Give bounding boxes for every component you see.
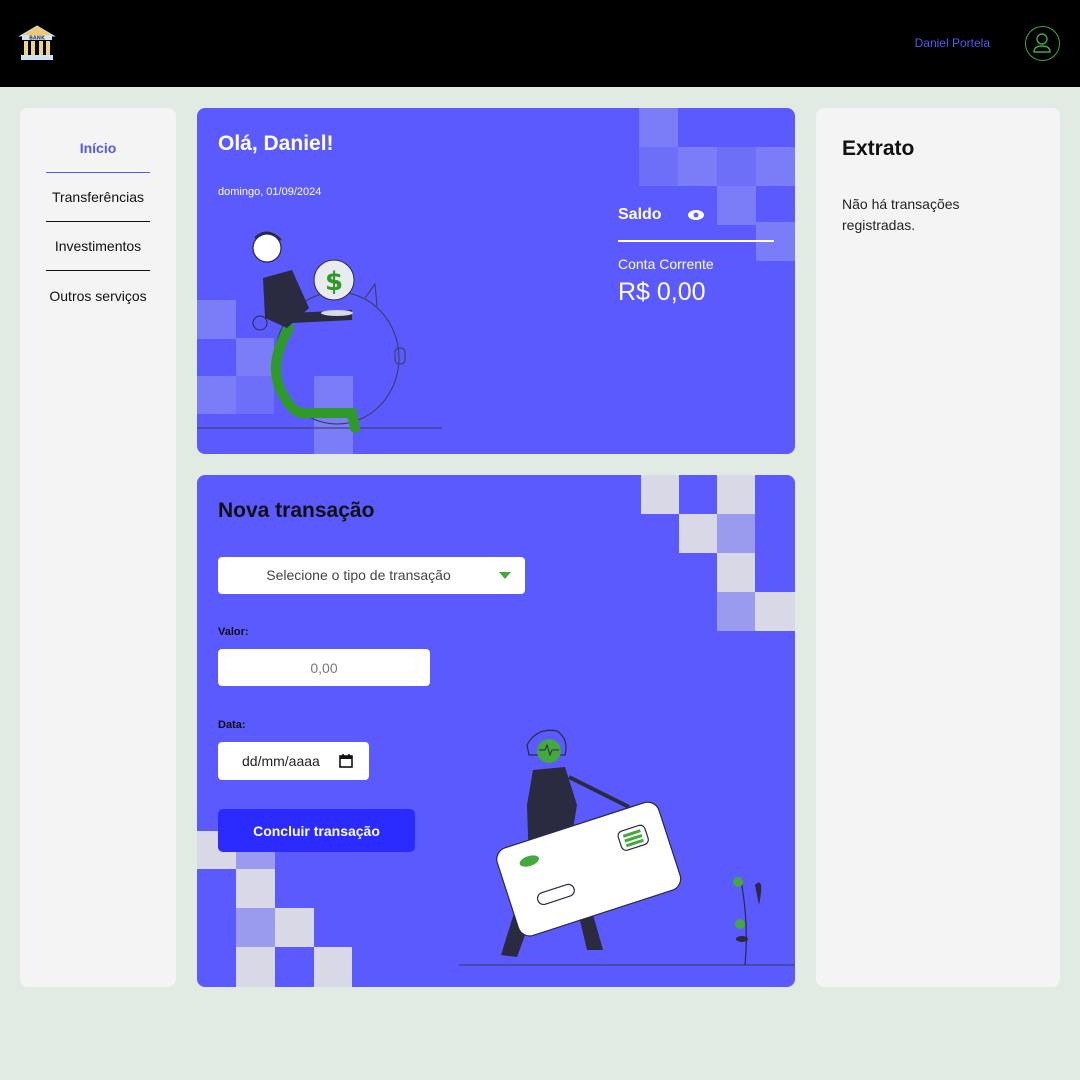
decor-square [639,147,678,186]
eye-icon[interactable] [687,208,705,222]
submit-transaction-button[interactable]: Concluir transação [218,809,415,852]
decor-square [236,947,275,987]
decor-square [755,592,795,631]
balance-divider [618,240,774,242]
account-type: Conta Corrente [618,256,714,272]
new-transaction-card: Nova transação Selecione o tipo de trans… [197,475,795,987]
decor-square [639,108,678,147]
date-input[interactable]: dd/mm/aaaa [218,742,369,780]
logo-text: BANK [29,36,46,42]
decor-square [679,514,717,553]
credit-card-illustration [459,729,795,966]
decor-square [236,908,275,947]
piggy-bank-illustration: $ [197,231,442,433]
amount-label: Valor: [218,626,249,638]
transaction-type-select[interactable]: Selecione o tipo de transação [218,557,525,594]
sidebar-item-outros-servicos[interactable]: Outros serviços [46,288,150,304]
select-value: Selecione o tipo de transação [266,567,451,583]
decor-square [236,869,275,908]
date-placeholder: dd/mm/aaaa [242,753,320,769]
chevron-down-icon [499,572,511,579]
nav-divider [46,270,150,271]
user-icon [1033,33,1051,53]
decor-square [717,147,756,186]
sidebar-item-investimentos[interactable]: Investimentos [46,238,150,254]
statement-panel: Extrato Não há transações registradas. [816,108,1060,987]
decor-square [717,475,755,514]
greeting: Olá, Daniel! [218,132,334,155]
user-avatar[interactable] [1025,26,1060,61]
form-title: Nova transação [218,499,375,522]
decor-square [275,908,314,947]
top-header: BANK Daniel Portela [0,0,1080,87]
nav-divider [46,172,150,173]
statement-title: Extrato [842,137,915,160]
calendar-icon[interactable] [339,753,353,768]
current-date: domingo, 01/09/2024 [218,186,322,198]
date-label: Data: [218,719,246,731]
decor-square [641,475,679,514]
sidebar: Início Transferências Investimentos Outr… [20,108,176,987]
decor-square [717,592,755,631]
balance-label: Saldo [618,206,662,223]
decor-square [717,186,756,225]
nav-divider [46,221,150,222]
amount-input[interactable] [218,649,430,686]
decor-square [717,553,755,592]
decor-square [717,514,755,553]
statement-empty-message: Não há transações registradas. [842,196,960,233]
bank-logo-icon[interactable]: BANK [18,24,56,62]
balance-card: Olá, Daniel! domingo, 01/09/2024 $ Saldo… [197,108,795,454]
svg-text:$: $ [325,267,343,297]
sidebar-item-transferencias[interactable]: Transferências [46,189,150,205]
decor-square [756,147,795,186]
user-name[interactable]: Daniel Portela [915,36,990,50]
decor-square [314,947,352,987]
balance-value: R$ 0,00 [618,278,706,306]
decor-square [678,147,717,186]
sidebar-item-inicio[interactable]: Início [46,140,150,156]
